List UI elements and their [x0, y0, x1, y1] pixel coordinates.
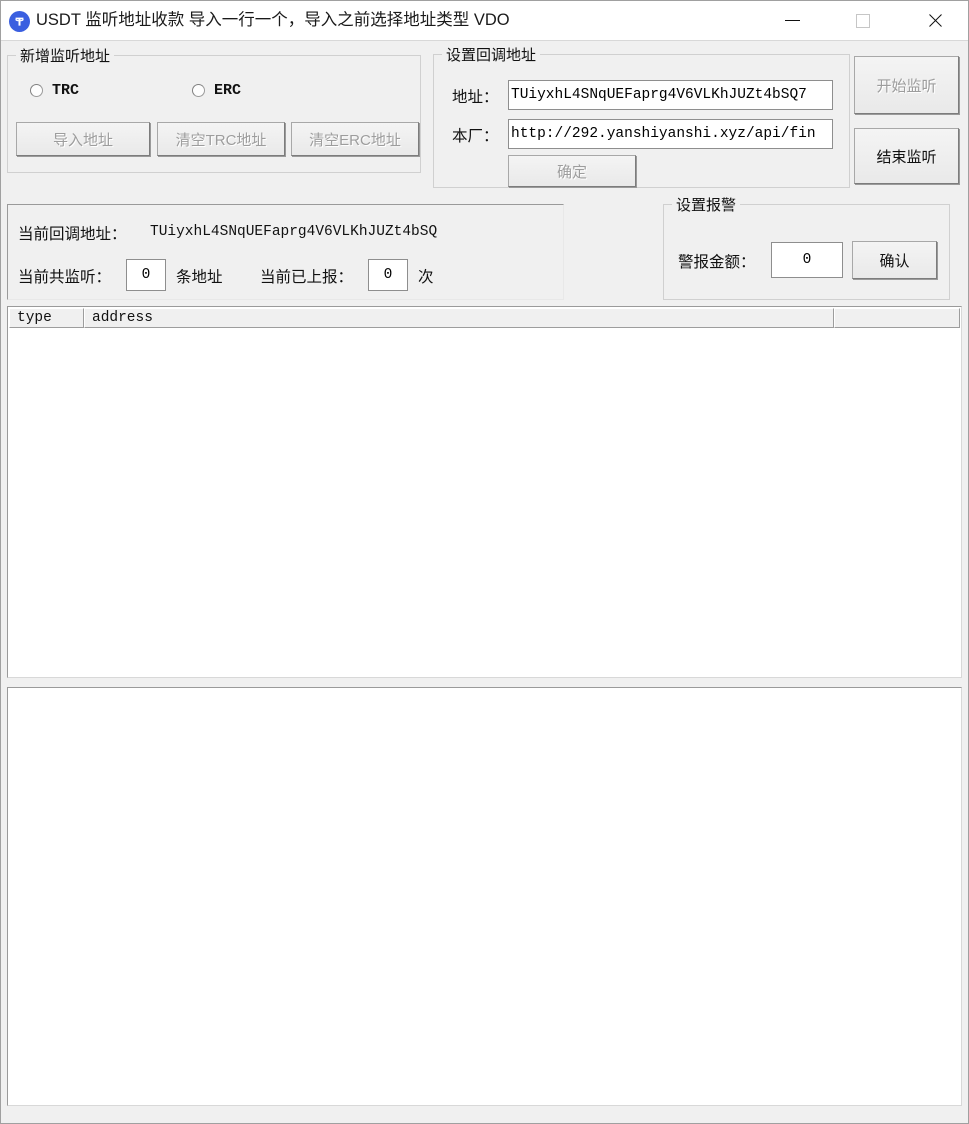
- callback-address-group: 设置回调地址 地址： TUiyxhL4SNqUEFaprg4V6VLKhJUZt…: [433, 44, 850, 188]
- total-listen-unit: 条地址: [176, 269, 223, 286]
- import-address-button[interactable]: 导入地址: [16, 122, 150, 156]
- clear-trc-address-button[interactable]: 清空TRC地址: [157, 122, 285, 156]
- address-table: type address: [7, 306, 962, 678]
- radio-trc-indicator: [30, 84, 43, 97]
- log-panel[interactable]: [7, 687, 962, 1106]
- window-title: USDT 监听地址收款 导入一行一个，导入之前选择地址类型 VDO: [36, 11, 510, 29]
- reported-unit: 次: [418, 269, 434, 286]
- maximize-button[interactable]: [840, 1, 886, 40]
- alarm-amount-label: 警报金额：: [678, 254, 756, 271]
- current-callback-label: 当前回调地址：: [18, 226, 127, 243]
- close-icon: [927, 12, 944, 29]
- address-table-header: type address: [9, 308, 960, 328]
- stop-listen-button[interactable]: 结束监听: [854, 128, 959, 184]
- address-table-body[interactable]: [9, 328, 960, 676]
- reported-count[interactable]: 0: [368, 259, 408, 291]
- status-panel: 当前回调地址： TUiyxhL4SNqUEFaprg4V6VLKhJUZt4bS…: [7, 204, 564, 300]
- radio-trc[interactable]: TRC: [30, 82, 79, 99]
- callback-address-group-title: 设置回调地址: [442, 44, 541, 65]
- total-listen-count[interactable]: 0: [126, 259, 166, 291]
- add-listen-address-group: 新增监听地址 TRC ERC 导入地址 清空TRC地址 清空ERC地址: [7, 45, 421, 173]
- start-listen-button[interactable]: 开始监听: [854, 56, 959, 114]
- reported-label: 当前已上报：: [260, 269, 354, 286]
- alarm-settings-group: 设置报警 警报金额： 0 确认: [663, 194, 950, 300]
- column-header-extra[interactable]: [834, 308, 960, 328]
- minimize-icon: [784, 20, 800, 21]
- callback-confirm-button[interactable]: 确定: [508, 155, 636, 187]
- alarm-settings-group-title: 设置报警: [672, 194, 741, 215]
- radio-erc-label: ERC: [214, 82, 242, 99]
- maximize-icon: [856, 13, 870, 28]
- close-button[interactable]: [912, 1, 958, 40]
- radio-trc-label: TRC: [52, 82, 80, 99]
- radio-erc[interactable]: ERC: [192, 82, 241, 99]
- column-header-address[interactable]: address: [84, 308, 834, 328]
- factory-url-input[interactable]: http://292.yanshiyanshi.xyz/api/fin: [508, 119, 833, 149]
- column-header-type[interactable]: type: [9, 308, 84, 328]
- alarm-amount-input[interactable]: 0: [771, 242, 843, 278]
- total-listen-label: 当前共监听：: [18, 269, 112, 286]
- add-listen-address-group-title: 新增监听地址: [16, 45, 115, 66]
- factory-label: 本厂：: [452, 128, 499, 145]
- title-bar: USDT 监听地址收款 导入一行一个，导入之前选择地址类型 VDO: [1, 1, 968, 41]
- minimize-button[interactable]: [769, 1, 815, 40]
- address-input[interactable]: TUiyxhL4SNqUEFaprg4V6VLKhJUZt4bSQ7: [508, 80, 833, 110]
- current-callback-value: TUiyxhL4SNqUEFaprg4V6VLKhJUZt4bSQ: [150, 224, 438, 240]
- application-window: USDT 监听地址收款 导入一行一个，导入之前选择地址类型 VDO 新增监听地址…: [0, 0, 969, 1124]
- app-icon: [9, 11, 30, 32]
- alarm-confirm-button[interactable]: 确认: [852, 241, 937, 279]
- clear-erc-address-button[interactable]: 清空ERC地址: [291, 122, 419, 156]
- address-label: 地址：: [452, 89, 499, 106]
- radio-erc-indicator: [192, 84, 205, 97]
